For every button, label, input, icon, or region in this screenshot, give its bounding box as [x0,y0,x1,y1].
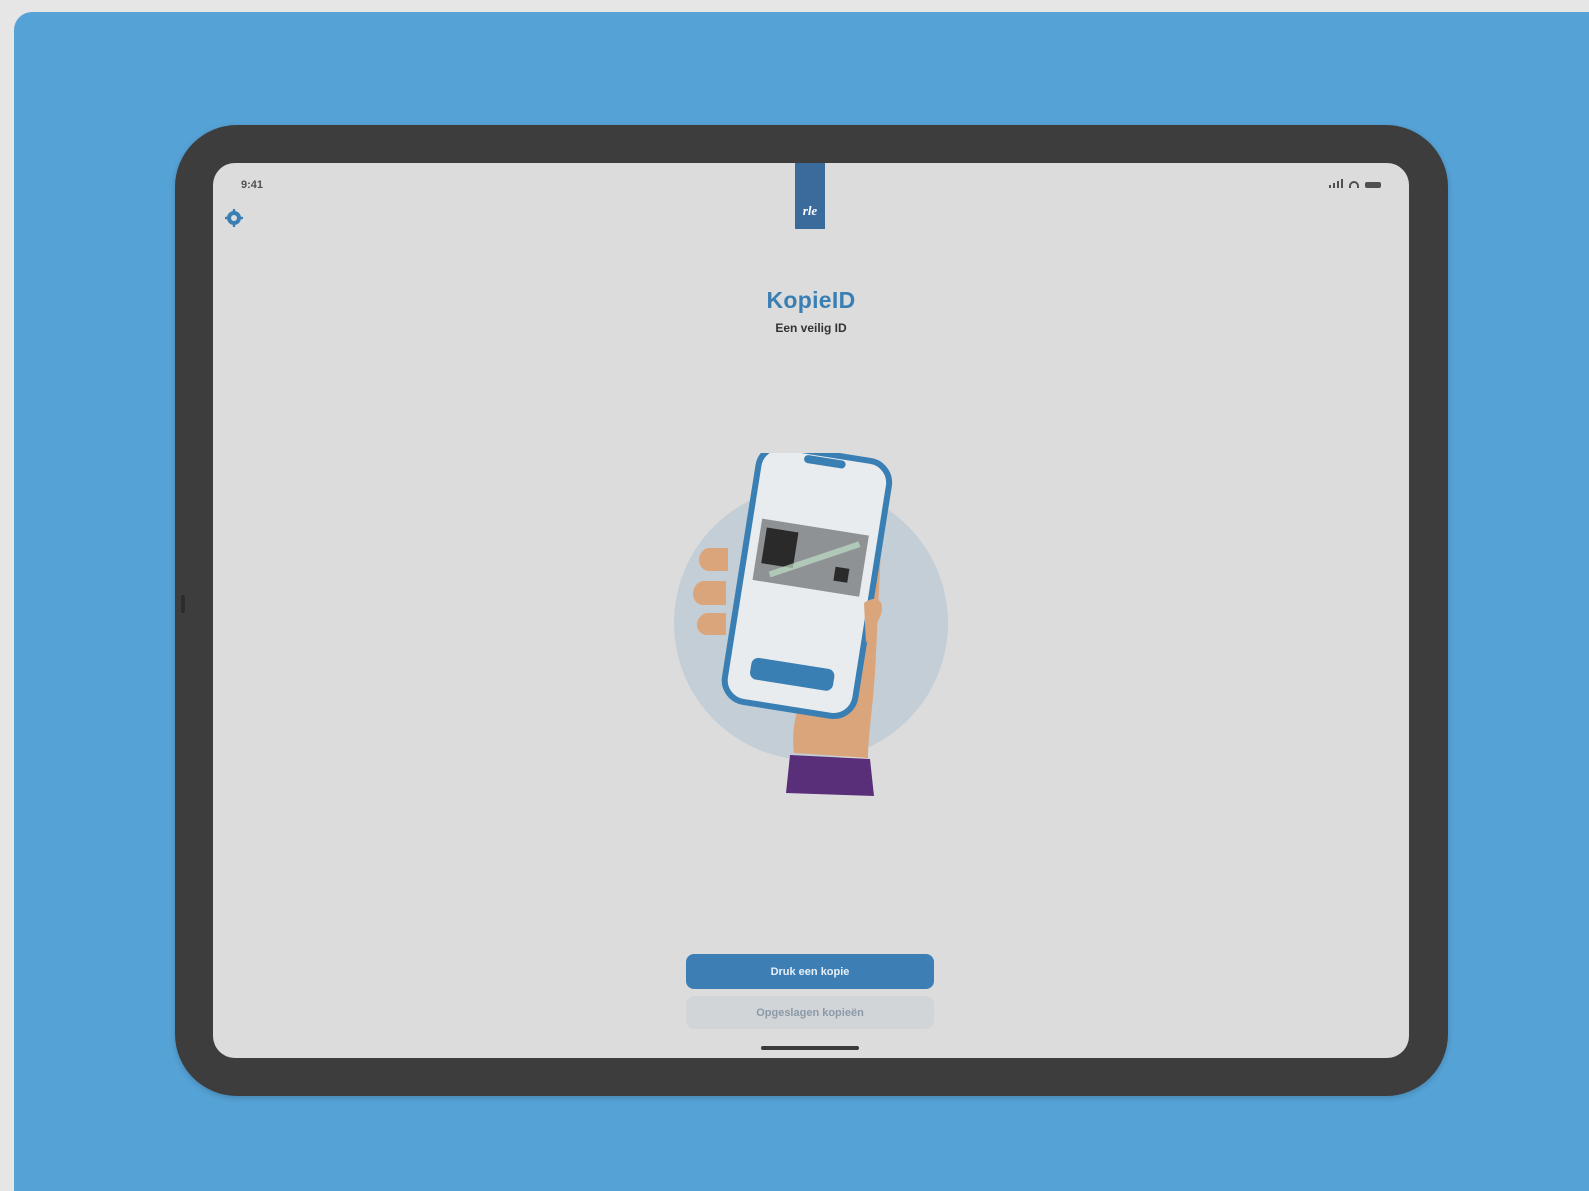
gear-icon [225,209,243,227]
print-copy-button[interactable]: Druk een kopie [686,954,934,989]
cellular-signal-icon [1329,179,1343,188]
tablet-frame: 9:41 rle KopieID Een veilig ID Druk een … [175,125,1448,1096]
status-icons [1329,179,1381,188]
background-panel: 9:41 rle KopieID Een veilig ID Druk een … [14,12,1589,1191]
logo-mark: rle [802,203,818,218]
tablet-side-button [181,595,185,613]
sleeve [786,755,874,796]
settings-button[interactable] [223,207,245,229]
hand-holding-phone-illustration [674,453,948,796]
app-screen: 9:41 rle KopieID Een veilig ID Druk een … [213,163,1409,1058]
logo-ribbon: rle [795,163,825,229]
wifi-icon [1349,181,1359,188]
app-title: KopieID [766,287,856,313]
home-indicator [761,1046,859,1050]
status-time: 9:41 [241,179,264,191]
app-subtitle: Een veilig ID [775,321,847,335]
saved-copies-button[interactable]: Opgeslagen kopieën [686,996,934,1029]
battery-icon [1365,182,1381,188]
